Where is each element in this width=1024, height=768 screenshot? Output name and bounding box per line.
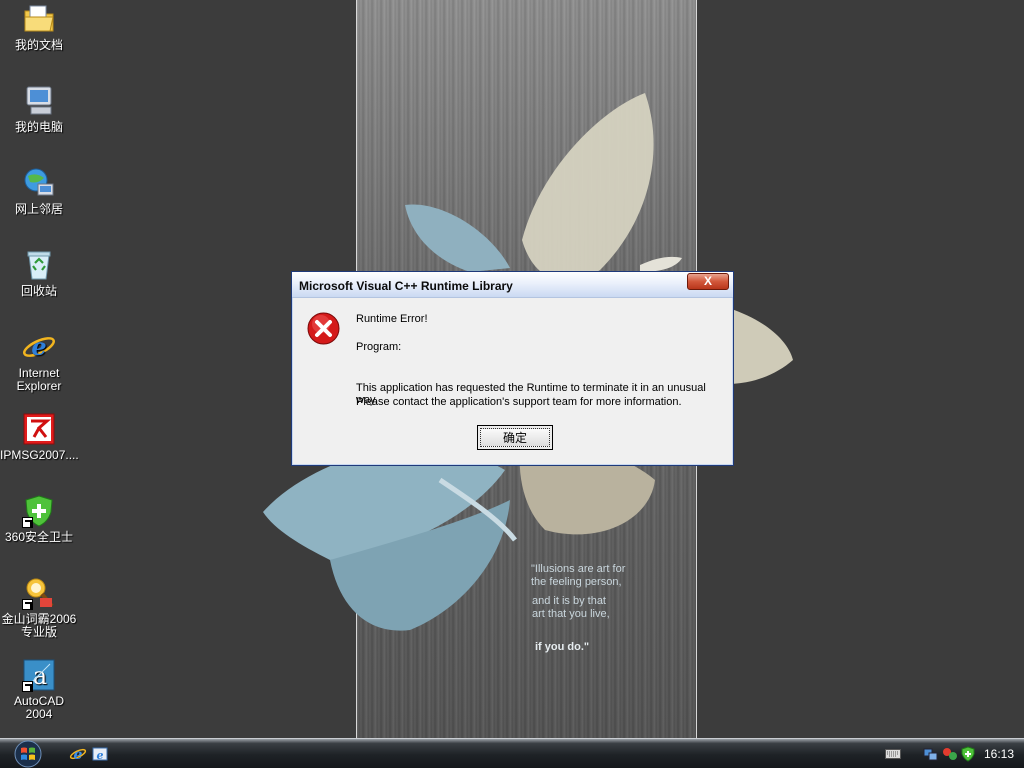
taskbar: e e 16:13: [0, 738, 1024, 768]
network-tray-icon[interactable]: [923, 746, 939, 762]
keyboard-icon[interactable]: [885, 748, 901, 760]
dialog-titlebar[interactable]: Microsoft Visual C++ Runtime Library X: [292, 272, 733, 298]
desktop-icon-kingsoft-powerword[interactable]: 金山词霸2006 专业版: [0, 576, 78, 639]
svg-text:e: e: [74, 747, 83, 763]
windows-logo-icon: [14, 740, 42, 768]
desktop-icon-label: AutoCAD 2004: [13, 694, 65, 721]
wallpaper-quote-3: if you do.": [535, 641, 590, 653]
network-places-icon: [22, 166, 56, 200]
desktop-icon-label: 回收站: [20, 284, 57, 298]
desktop-icon-360-security[interactable]: 360安全卫士: [0, 494, 78, 544]
error-icon: [307, 312, 340, 345]
autocad-icon: a: [22, 658, 56, 692]
my-documents-icon: [22, 2, 56, 36]
desktop-icon-label: IPMSG2007....: [0, 448, 79, 462]
ok-button[interactable]: 确定: [477, 425, 553, 450]
desktop-icon-label: 网上邻居: [14, 202, 63, 216]
desktop-icon-autocad[interactable]: a AutoCAD 2004: [0, 658, 78, 721]
dialog-body: Runtime Error! Program: This application…: [295, 299, 730, 463]
internet-explorer-quicklaunch-icon[interactable]: e: [69, 745, 87, 763]
desktop-icon-label: 我的电脑: [14, 120, 63, 134]
svg-text:a: a: [33, 662, 47, 690]
360-security-icon: [22, 494, 56, 528]
desktop-icon-recycle-bin[interactable]: 回收站: [0, 248, 78, 298]
recycle-bin-icon: [22, 248, 56, 282]
error-heading: Runtime Error!: [356, 313, 428, 325]
wallpaper-quote-1: "Illusions are art for the feeling perso…: [531, 563, 626, 588]
show-desktop-quicklaunch-icon[interactable]: e: [91, 745, 109, 763]
shortcut-arrow-icon: [22, 681, 33, 692]
wallpaper-quote-2: and it is by that art that you live,: [532, 595, 610, 620]
close-button[interactable]: X: [687, 273, 729, 290]
360-tray-icon[interactable]: [960, 746, 976, 762]
shortcut-arrow-icon: [22, 517, 33, 528]
desktop-icon-internet-explorer[interactable]: e Internet Explorer: [0, 330, 78, 393]
runtime-error-dialog: Microsoft Visual C++ Runtime Library X R…: [291, 271, 734, 466]
desktop-icon-label: Internet Explorer: [16, 366, 62, 393]
desktop-icon-network-places[interactable]: 网上邻居: [0, 166, 78, 216]
desktop-icon-label: 金山词霸2006 专业版: [1, 612, 77, 639]
ipmsg-icon: [22, 412, 56, 446]
error-program-label: Program:: [356, 341, 402, 353]
security-tray-icon[interactable]: [942, 746, 958, 762]
desktop-icon-label: 360安全卫士: [4, 530, 74, 544]
shortcut-arrow-icon: [22, 599, 33, 610]
desktop-icon-label: 我的文档: [14, 38, 63, 52]
svg-text:e: e: [31, 332, 46, 361]
my-computer-icon: [22, 84, 56, 118]
close-icon: X: [703, 274, 712, 288]
internet-explorer-icon: e: [22, 330, 56, 364]
error-message-line-2: Please contact the application's support…: [356, 396, 682, 408]
desktop-icon-my-computer[interactable]: 我的电脑: [0, 84, 78, 134]
clock[interactable]: 16:13: [984, 747, 1014, 761]
desktop-icon-ipmsg[interactable]: IPMSG2007....: [0, 412, 79, 462]
dialog-title: Microsoft Visual C++ Runtime Library: [299, 279, 513, 293]
desktop-icon-my-documents[interactable]: 我的文档: [0, 2, 78, 52]
svg-text:e: e: [97, 749, 104, 762]
kingsoft-powerword-icon: [22, 576, 56, 610]
ok-button-label: 确定: [480, 428, 550, 447]
start-button[interactable]: [8, 739, 48, 768]
